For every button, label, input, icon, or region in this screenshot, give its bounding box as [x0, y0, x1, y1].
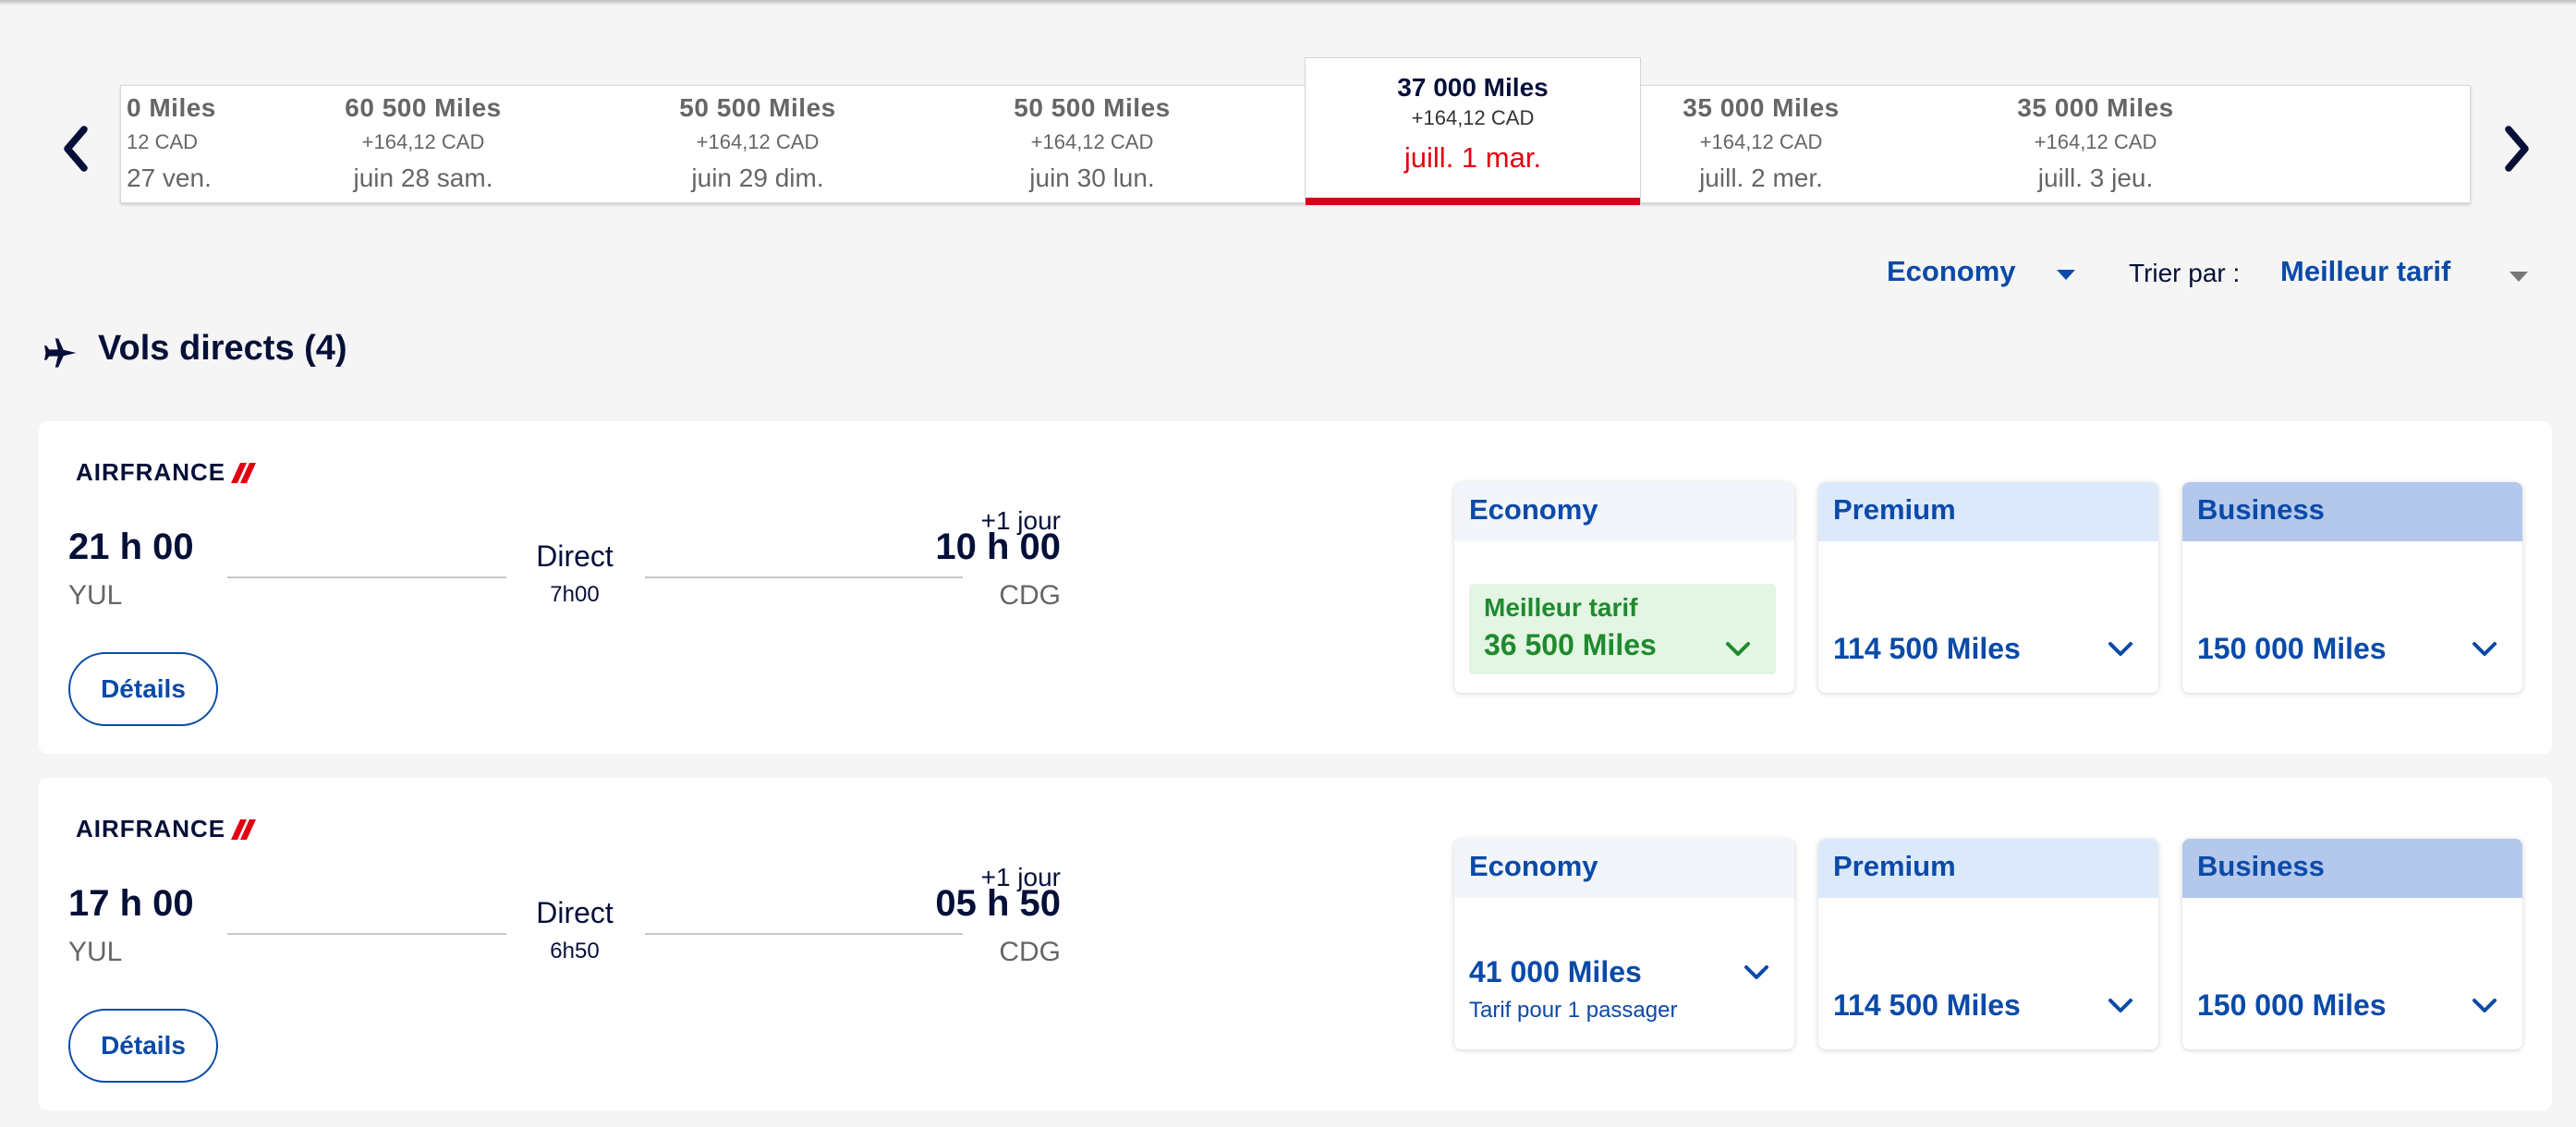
plane-icon [44, 338, 77, 368]
arrival-time: 05 h 50 [935, 883, 1061, 924]
day-cad: +164,12 CAD [361, 130, 485, 153]
section-title: Vols directs (4) [98, 329, 347, 368]
day-miles: 50 500 Miles [1014, 93, 1171, 122]
day-date: juill. 3 jeu. [2037, 164, 2154, 192]
day-option[interactable]: 35 000 Miles +164,12 CAD juill. 2 mer. [1594, 86, 1928, 202]
day-date: juin 30 lun. [1029, 164, 1155, 192]
day-date: juin 29 dim. [691, 164, 824, 192]
fare-class-label: Economy [1454, 482, 1794, 541]
sort-dropdown[interactable]: Meilleur tarif [2280, 255, 2450, 288]
airline-name: AIRFRANCE [76, 458, 226, 486]
chevron-right-icon [2505, 126, 2529, 172]
carousel-prev-button[interactable] [48, 116, 103, 181]
best-fare-label: Meilleur tarif [1484, 593, 1638, 622]
day-option[interactable]: 50 500 Miles +164,12 CAD juin 30 lun. [925, 86, 1259, 202]
route-line [645, 933, 963, 935]
details-button[interactable]: Détails [68, 1009, 218, 1083]
fare-economy[interactable]: Economy Meilleur tarif 36 500 Miles [1454, 482, 1794, 693]
day-option[interactable]: 60 500 Miles +164,12 CAD juin 28 sam. [256, 86, 590, 202]
caret-down-icon[interactable] [2509, 272, 2528, 282]
stops-label: Direct [536, 896, 614, 929]
day-option[interactable]: 50 500 Miles +164,12 CAD juin 29 dim. [590, 86, 925, 202]
airfrance-stripe-icon [231, 818, 257, 840]
fare-business[interactable]: Business 150 000 Miles [2182, 839, 2522, 1049]
fare-premium[interactable]: Premium 114 500 Miles [1818, 839, 2158, 1049]
day-miles: 35 000 Miles [2017, 93, 2174, 122]
caret-down-icon[interactable] [2057, 270, 2075, 280]
departure-time: 21 h 00 [68, 527, 194, 567]
fare-class-label: Premium [1818, 839, 2158, 898]
fare-price: 114 500 Miles [1833, 988, 2021, 1022]
cabin-dropdown[interactable]: Economy [1887, 255, 2016, 288]
flight-duration: 7h00 [550, 582, 600, 607]
day-option-selected[interactable]: 37 000 Miles +164,12 CAD juill. 1 mar. [1305, 57, 1641, 205]
fare-class-label: Business [2182, 482, 2522, 541]
fare-economy[interactable]: Economy 41 000 Miles Tarif pour 1 passag… [1454, 839, 1794, 1049]
stops-label: Direct [536, 539, 614, 573]
fare-class-label: Business [2182, 839, 2522, 898]
arrival-airport: CDG [999, 580, 1061, 611]
day-date: juin 28 sam. [353, 164, 493, 192]
departure-airport: YUL [68, 937, 123, 967]
day-cad: +164,12 CAD [696, 130, 820, 153]
fare-price: 150 000 Miles [2197, 988, 2387, 1022]
day-miles: 60 500 Miles [345, 93, 502, 122]
airfrance-stripe-icon [231, 462, 257, 483]
airline-logo: AIRFRANCE [76, 815, 257, 843]
airline-name: AIRFRANCE [76, 815, 226, 842]
airline-logo: AIRFRANCE [76, 458, 257, 487]
day-miles: 35 000 Miles [1683, 93, 1840, 122]
chevron-down-icon [2473, 999, 2497, 1012]
chevron-down-icon [2108, 642, 2132, 656]
chevron-down-icon [2108, 999, 2132, 1012]
day-cad: +164,12 CAD [1699, 130, 1823, 153]
departure-time: 17 h 00 [68, 883, 194, 924]
route-line [227, 576, 506, 578]
route-line [227, 933, 506, 935]
fare-note: Tarif pour 1 passager [1469, 998, 1678, 1023]
carousel-next-button[interactable] [2489, 116, 2545, 181]
fare-class-label: Premium [1818, 482, 2158, 541]
sort-label: Trier par : [2129, 259, 2241, 287]
day-cad: +164,12 CAD [1411, 106, 1535, 129]
route-line [645, 576, 963, 578]
fare-price: 114 500 Miles [1833, 632, 2021, 665]
day-option[interactable]: 35 000 Miles +164,12 CAD juill. 3 jeu. [1928, 86, 2263, 202]
fare-price: 150 000 Miles [2197, 632, 2387, 665]
arrival-airport: CDG [999, 937, 1061, 967]
day-miles: 37 000 Miles [1397, 73, 1549, 102]
fare-price: 36 500 Miles [1484, 628, 1657, 661]
best-fare-box[interactable]: Meilleur tarif 36 500 Miles [1469, 584, 1776, 674]
flight-card: AIRFRANCE 21 h 00 YUL Direct 7h00 +1 jou… [39, 421, 2552, 754]
day-date: juill. 1 mar. [1403, 141, 1542, 174]
departure-airport: YUL [68, 580, 123, 611]
date-carousel: 0 Miles 12 CAD 27 ven. 60 500 Miles +164… [120, 85, 2471, 203]
chevron-down-icon [2473, 642, 2497, 656]
chevron-down-icon [1726, 642, 1750, 656]
fare-premium[interactable]: Premium 114 500 Miles [1818, 482, 2158, 693]
fare-class-label: Economy [1454, 839, 1794, 898]
day-cad: +164,12 CAD [1030, 130, 1154, 153]
day-date: juill. 2 mer. [1699, 164, 1823, 192]
chevron-left-icon [64, 126, 88, 172]
day-miles: 50 500 Miles [679, 93, 836, 122]
flight-card: AIRFRANCE 17 h 00 YUL Direct 6h50 +1 jou… [39, 778, 2552, 1110]
details-button[interactable]: Détails [68, 652, 218, 726]
flight-duration: 6h50 [550, 939, 600, 963]
arrival-time: 10 h 00 [935, 527, 1061, 567]
fare-business[interactable]: Business 150 000 Miles [2182, 482, 2522, 693]
fare-price: 41 000 Miles [1469, 955, 1642, 988]
chevron-down-icon [1744, 965, 1768, 979]
selected-indicator [1306, 198, 1640, 205]
day-cad: +164,12 CAD [2034, 130, 2157, 153]
top-shadow [0, 0, 2576, 6]
